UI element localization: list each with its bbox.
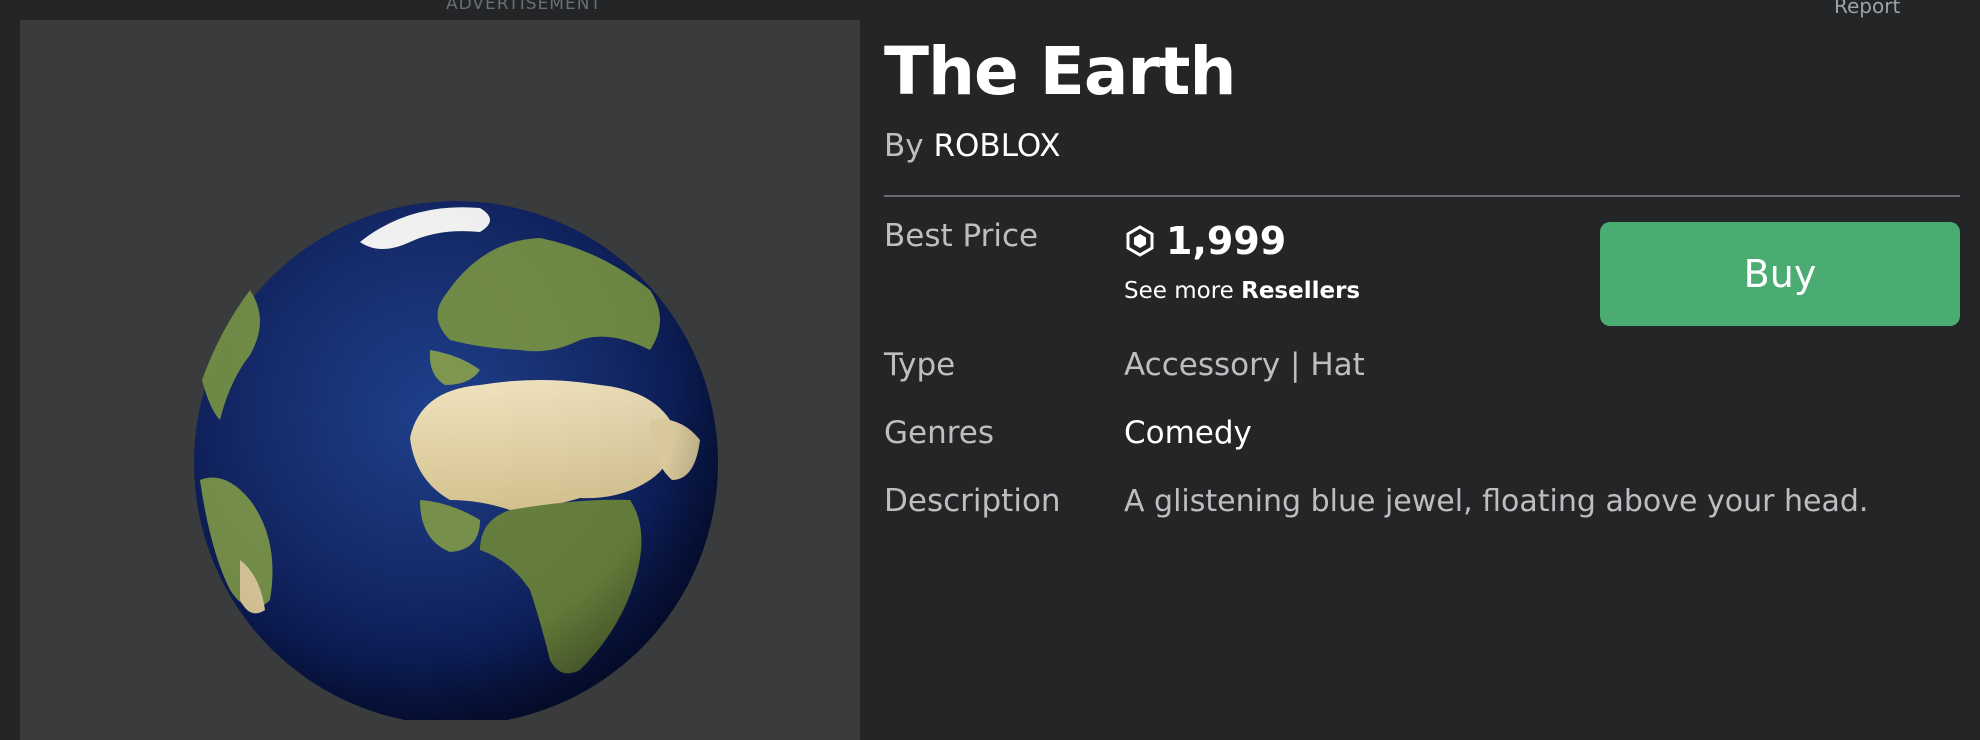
buy-button[interactable]: Buy xyxy=(1600,222,1960,326)
description-label: Description xyxy=(884,483,1061,519)
genres-label: Genres xyxy=(884,415,995,451)
genre-link[interactable]: Comedy xyxy=(1124,415,1252,451)
see-more-resellers: See more Resellers xyxy=(1124,278,1360,304)
item-details: The Earth By ROBLOX Best Price 1,999 See… xyxy=(884,32,1960,519)
earth-globe-thumbnail xyxy=(194,201,718,720)
item-detail-page: ADVERTISEMENT Report The Earth By ROBLOX… xyxy=(0,0,1980,740)
type-label: Type xyxy=(884,347,956,383)
advertisement-label: ADVERTISEMENT xyxy=(446,0,602,14)
price-display: 1,999 xyxy=(1124,218,1286,264)
report-link[interactable]: Report xyxy=(1834,0,1900,18)
best-price-label: Best Price xyxy=(884,218,1039,254)
resellers-link[interactable]: Resellers xyxy=(1241,278,1360,304)
divider xyxy=(884,195,1960,197)
see-more-prefix: See more xyxy=(1124,278,1234,304)
creator-line: By ROBLOX xyxy=(884,126,1960,166)
creator-prefix: By xyxy=(884,128,924,164)
creator-link[interactable]: ROBLOX xyxy=(933,128,1060,164)
description-text: A glistening blue jewel, floating above … xyxy=(1124,484,1869,519)
type-value: Accessory | Hat xyxy=(1124,347,1365,383)
item-thumbnail-panel xyxy=(20,20,860,740)
robux-icon xyxy=(1126,225,1154,257)
price-value: 1,999 xyxy=(1166,219,1287,263)
item-title: The Earth xyxy=(884,33,1236,110)
